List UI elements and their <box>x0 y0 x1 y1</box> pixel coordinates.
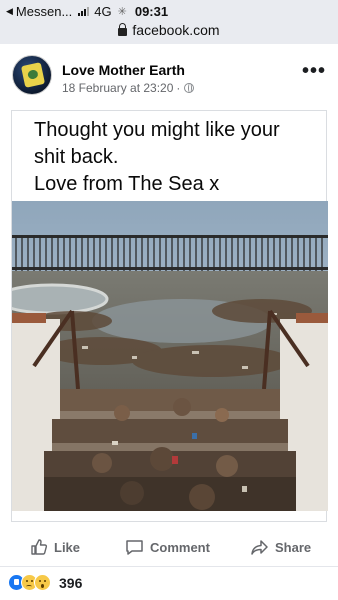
status-bar: ◀ Messen... 4G ✳ 09:31 facebook.com <box>0 0 338 44</box>
reaction-count: 396 <box>59 574 83 591</box>
image-caption: Thought you might like your shit back. L… <box>34 117 280 198</box>
post-image[interactable]: Thought you might like your shit back. L… <box>11 110 328 522</box>
lock-icon <box>118 22 128 36</box>
share-button[interactable]: Share <box>250 538 311 556</box>
caption-line: Thought you might like your <box>34 119 280 141</box>
comment-icon <box>126 540 143 555</box>
caption-line: shit back. <box>34 146 119 168</box>
share-label: Share <box>275 539 312 555</box>
back-app-label[interactable]: Messen... <box>16 4 72 19</box>
like-button[interactable]: Like <box>30 538 80 556</box>
thumbs-up-icon <box>31 539 48 555</box>
wow-reaction-icon <box>34 574 51 591</box>
comment-label: Comment <box>150 539 210 555</box>
post-meta: 18 February at 23:20 · <box>62 81 195 95</box>
post-timestamp[interactable]: 18 February at 23:20 <box>62 81 173 95</box>
address-bar[interactable]: facebook.com <box>0 21 338 39</box>
avatar[interactable] <box>12 55 52 95</box>
photo-beach-debris <box>12 201 328 511</box>
url-text: facebook.com <box>132 22 220 38</box>
status-row: ◀ Messen... 4G ✳ 09:31 <box>6 3 332 19</box>
comment-button[interactable]: Comment <box>125 538 210 556</box>
globe-icon <box>184 83 195 93</box>
back-arrow-icon[interactable]: ◀ <box>6 6 13 17</box>
action-bar: Like Comment Share <box>0 532 338 562</box>
signal-icon <box>78 6 90 16</box>
loading-icon: ✳ <box>117 5 127 18</box>
reactions-summary[interactable]: 396 <box>8 574 82 591</box>
more-options-icon[interactable]: ••• <box>302 61 326 81</box>
caption-line: Love from The Sea x <box>34 173 220 195</box>
meta-separator: · <box>176 81 181 95</box>
like-label: Like <box>54 539 81 555</box>
network-type: 4G <box>94 3 112 19</box>
clock: 09:31 <box>134 3 169 19</box>
author-name[interactable]: Love Mother Earth <box>62 62 185 78</box>
share-icon <box>251 540 268 555</box>
divider <box>0 566 338 567</box>
avatar-earth-icon <box>20 62 46 88</box>
post-header: Love Mother Earth 18 February at 23:20 ·… <box>0 48 338 102</box>
